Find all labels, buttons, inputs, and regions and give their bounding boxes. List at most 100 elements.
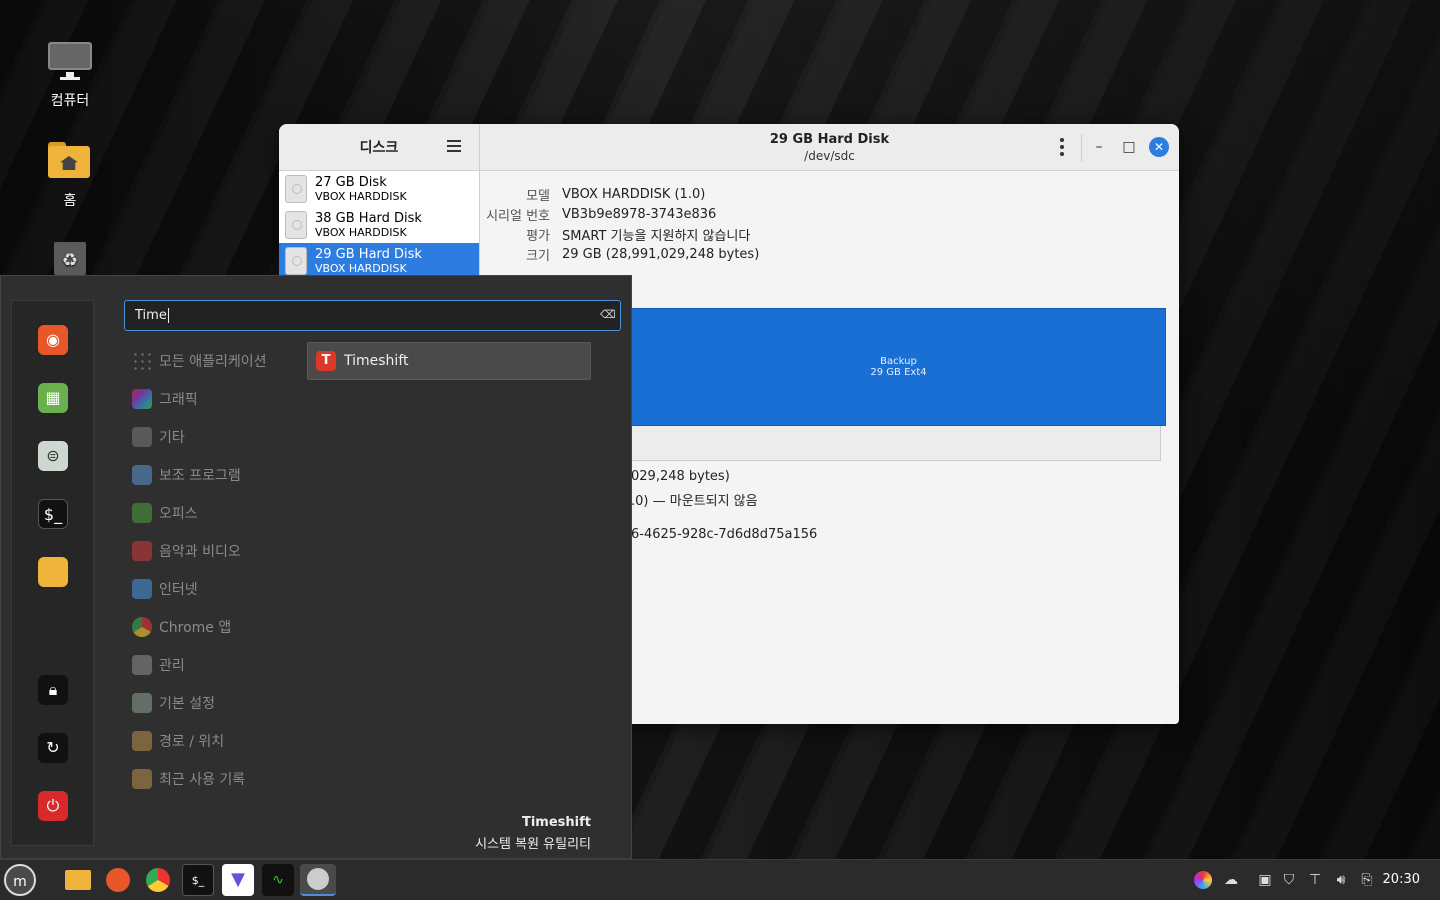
category-label: 음악과 비디오	[159, 544, 241, 560]
desktop-icon-label: 컴퓨터	[50, 93, 90, 109]
maximize-button[interactable]: □	[1119, 137, 1139, 157]
clipboard-icon[interactable]: ▣	[1256, 871, 1274, 889]
home-folder-icon	[46, 140, 94, 184]
app-description: Timeshift 시스템 복원 유틸리티	[475, 815, 591, 852]
desktop-icon-label: 홈	[63, 193, 77, 209]
category-other[interactable]: 기타	[132, 426, 185, 448]
admin-icon	[132, 655, 152, 675]
grid-icon	[132, 351, 152, 371]
property-value: 29 GB (28,991,029,248 bytes)	[562, 246, 760, 262]
firefox-icon[interactable]: ◉	[38, 325, 68, 355]
sidebar-header: 디스크	[279, 124, 480, 171]
clear-search-icon[interactable]: ⌫	[600, 308, 616, 321]
search-result-timeshift[interactable]: T Timeshift	[307, 342, 591, 380]
category-label: 그래픽	[159, 392, 198, 408]
office-icon	[132, 503, 152, 523]
category-sound-video[interactable]: 음악과 비디오	[132, 540, 241, 562]
partition-uuid-detail: 6-4625-928c-7d6d8d75a156	[631, 527, 818, 542]
property-key: 모델	[526, 188, 550, 204]
volume-icon[interactable]: 🔊︎	[1332, 871, 1350, 889]
sidebar-title: 디스크	[359, 140, 399, 156]
disk-name: 38 GB Hard Disk	[315, 211, 422, 226]
app-description-text: 시스템 복원 유틸리티	[475, 837, 591, 852]
partition-block-backup[interactable]: Backup 29 GB Ext4	[631, 308, 1166, 426]
result-label: Timeshift	[344, 353, 409, 369]
update-manager-icon[interactable]: ⎘	[1358, 871, 1376, 889]
category-label: 경로 / 위치	[159, 734, 225, 750]
proton-vpn-taskbar-icon[interactable]: ▼	[222, 864, 254, 896]
property-value: VB3b9e8978-3743e836	[562, 206, 717, 222]
property-key: 크기	[526, 248, 550, 264]
category-graphics[interactable]: 그래픽	[132, 388, 198, 410]
partition-size-detail: 029,248 bytes)	[631, 469, 730, 484]
power-icon[interactable]: ⏻	[38, 791, 68, 821]
partition-toolbar	[631, 426, 1161, 461]
kebab-menu-icon[interactable]	[1060, 138, 1064, 156]
disk-model: VBOX HARDDISK	[315, 226, 407, 239]
property-key: 시리얼 번호	[486, 208, 550, 224]
minimize-button[interactable]: –	[1089, 137, 1109, 157]
category-office[interactable]: 오피스	[132, 502, 198, 524]
category-label: 오피스	[159, 506, 198, 522]
desktop-icon-computer[interactable]: 컴퓨터	[30, 40, 110, 110]
window-header: 29 GB Hard Disk /dev/sdc – □ ✕	[480, 124, 1179, 171]
disk-name: 29 GB Hard Disk	[315, 247, 422, 262]
cloud-sync-icon[interactable]: ☁	[1218, 871, 1244, 889]
firefox-taskbar-icon[interactable]	[102, 864, 134, 896]
terminal-icon[interactable]: $_	[38, 499, 68, 529]
lock-icon[interactable]: 🔒︎	[38, 675, 68, 705]
category-accessories[interactable]: 보조 프로그램	[132, 464, 241, 486]
partition-name: Backup	[880, 356, 917, 367]
system-monitor-taskbar-icon[interactable]: ∿	[262, 864, 294, 896]
disk-list-item-selected[interactable]: 29 GB Hard Disk VBOX HARDDISK	[279, 243, 479, 279]
category-label: 기본 설정	[159, 696, 215, 712]
terminal-taskbar-icon[interactable]: $_	[182, 864, 214, 896]
category-preferences[interactable]: 기본 설정	[132, 692, 215, 714]
other-apps-icon	[132, 427, 152, 447]
files-taskbar-icon[interactable]	[62, 864, 94, 896]
folder-icon[interactable]	[38, 557, 68, 587]
play-icon	[132, 541, 152, 561]
app-description-name: Timeshift	[521, 815, 591, 830]
disk-list-item[interactable]: 38 GB Hard Disk VBOX HARDDISK	[279, 207, 479, 243]
graphics-icon	[132, 389, 152, 409]
window-title: 29 GB Hard Disk	[769, 132, 890, 147]
cloud-icon	[132, 579, 152, 599]
preferences-icon	[132, 693, 152, 713]
recent-folder-icon	[132, 769, 152, 789]
property-value: VBOX HARDDISK (1.0)	[562, 186, 706, 202]
property-value: SMART 기능을 지원하지 않습니다	[562, 228, 751, 244]
desktop-icon-home[interactable]: 홈	[30, 140, 110, 210]
property-key: 평가	[526, 228, 550, 244]
category-administration[interactable]: 관리	[132, 654, 185, 676]
window-subtitle: /dev/sdc	[804, 149, 855, 163]
category-chrome-apps[interactable]: Chrome 앱	[132, 616, 231, 638]
close-button[interactable]: ✕	[1149, 137, 1169, 157]
category-places[interactable]: 경로 / 위치	[132, 730, 224, 752]
settings-toggle-icon[interactable]: ⊜	[38, 441, 68, 471]
search-input[interactable]: Time ⌫	[124, 300, 621, 331]
hard-disk-icon	[285, 175, 307, 203]
category-all-apps[interactable]: 모든 애플리케이션	[132, 350, 267, 372]
clock[interactable]: 20:30	[1383, 872, 1420, 887]
color-picker-tray-icon[interactable]	[1194, 871, 1212, 889]
shield-icon[interactable]: ⛉	[1280, 871, 1298, 889]
network-icon[interactable]: ⊤	[1306, 871, 1324, 889]
disk-model: VBOX HARDDISK	[315, 190, 407, 203]
partition-contents-detail: .0) — 마운트되지 않음	[631, 494, 758, 509]
partition-desc: 29 GB Ext4	[870, 367, 927, 378]
category-label: 모든 애플리케이션	[159, 354, 267, 370]
disks-taskbar-icon[interactable]	[300, 864, 336, 896]
hamburger-menu-icon[interactable]	[447, 140, 461, 152]
hard-disk-icon	[285, 211, 307, 239]
category-internet[interactable]: 인터넷	[132, 578, 198, 600]
scissors-icon	[132, 465, 152, 485]
header-separator	[1081, 134, 1082, 162]
mint-menu-icon[interactable]: m	[4, 864, 36, 896]
software-manager-icon[interactable]: ▦	[38, 383, 68, 413]
category-recent-files[interactable]: 최근 사용 기록	[132, 768, 245, 790]
disk-model: VBOX HARDDISK	[315, 262, 407, 275]
logout-icon[interactable]: ↻	[38, 733, 68, 763]
disk-list-item[interactable]: 27 GB Disk VBOX HARDDISK	[279, 171, 479, 207]
chrome-taskbar-icon[interactable]	[142, 864, 174, 896]
